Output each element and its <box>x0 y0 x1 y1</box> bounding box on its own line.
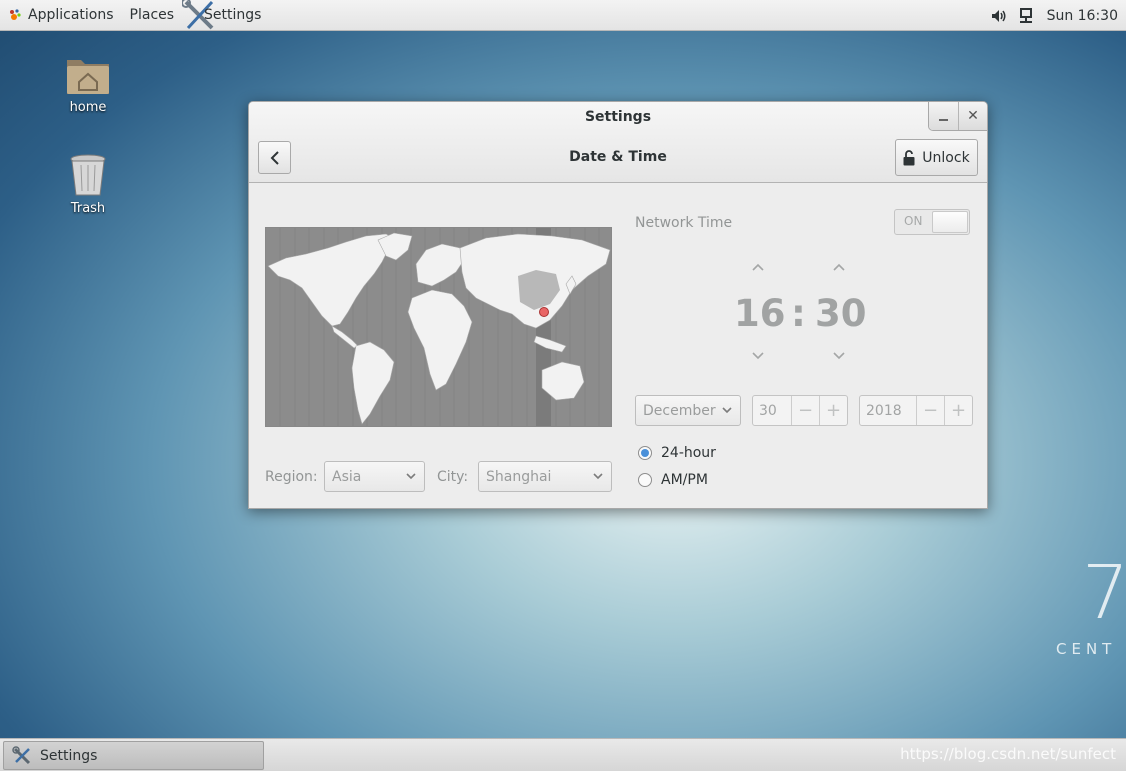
close-icon: ✕ <box>967 108 979 124</box>
active-app-menu[interactable]: Settings <box>182 0 269 31</box>
network-wired-icon[interactable] <box>1013 7 1039 24</box>
time-separator: : <box>791 292 806 335</box>
volume-icon[interactable] <box>985 9 1013 23</box>
format-24h-label: 24-hour <box>661 445 716 461</box>
desktop-icon-trash[interactable]: Trash <box>43 153 133 216</box>
year-increment-button[interactable]: + <box>944 396 972 425</box>
bottom-panel: Settings https://blog.csdn.net/sunfect <box>0 738 1126 771</box>
radio-24h[interactable] <box>638 446 652 460</box>
location-marker <box>539 307 549 317</box>
month-select[interactable]: December <box>635 395 741 426</box>
trash-icon <box>70 154 106 196</box>
city-label: City: <box>437 469 469 485</box>
top-panel: Applications Places Settings Sun 16:30 <box>0 0 1126 31</box>
radio-ampm[interactable] <box>638 473 652 487</box>
region-select[interactable]: Asia <box>324 461 425 492</box>
minimize-button[interactable] <box>929 102 958 130</box>
minute-up-button[interactable] <box>832 262 846 272</box>
desktop-icon-label: home <box>69 100 107 115</box>
month-value: December <box>643 402 716 419</box>
page-title: Date & Time <box>569 149 667 165</box>
branding-number: 7 <box>1082 550 1126 636</box>
format-ampm-label: AM/PM <box>661 472 708 488</box>
close-button[interactable]: ✕ <box>958 102 987 130</box>
day-increment-button[interactable]: + <box>819 396 847 425</box>
minimize-icon <box>939 119 948 121</box>
year-value[interactable]: 2018 <box>860 396 916 425</box>
chevron-down-icon <box>722 407 732 414</box>
region-value: Asia <box>332 468 362 485</box>
branding-text: CENT <box>1056 640 1117 658</box>
hour-up-button[interactable] <box>751 262 765 272</box>
applications-menu[interactable]: Applications <box>0 0 122 31</box>
places-menu[interactable]: Places <box>122 0 183 31</box>
padlock-icon <box>903 149 915 165</box>
places-menu-label: Places <box>129 7 175 23</box>
hour-value[interactable]: 16 <box>734 292 786 335</box>
taskbar-item-settings[interactable]: Settings <box>3 741 264 770</box>
year-spinner: 2018 − + <box>859 395 973 426</box>
back-button[interactable] <box>258 141 291 174</box>
city-select[interactable]: Shanghai <box>478 461 612 492</box>
chevron-left-icon <box>270 150 279 165</box>
hour-down-button[interactable] <box>751 351 765 361</box>
region-label: Region: <box>265 469 318 485</box>
settings-window: Settings Date & Time ✕ Unlock Region: As… <box>248 101 988 509</box>
day-decrement-button[interactable]: − <box>791 396 819 425</box>
settings-tools-icon <box>12 745 31 764</box>
applications-menu-label: Applications <box>28 7 114 23</box>
world-map <box>266 228 611 426</box>
desktop-icon-label: Trash <box>70 201 106 216</box>
network-time-switch[interactable]: ON <box>894 209 970 235</box>
chevron-down-icon <box>593 473 603 480</box>
format-ampm-option[interactable]: AM/PM <box>638 472 708 488</box>
status-area: Sun 16:30 <box>985 0 1126 31</box>
window-controls: ✕ <box>928 102 987 131</box>
gnome-foot-icon <box>10 9 21 20</box>
unlock-button[interactable]: Unlock <box>895 139 978 176</box>
desktop-icon-home[interactable]: home <box>43 52 133 115</box>
switch-knob <box>932 211 968 233</box>
timezone-map[interactable] <box>265 227 612 427</box>
clock[interactable]: Sun 16:30 <box>1039 8 1126 24</box>
taskbar-item-label: Settings <box>40 747 98 764</box>
format-24h-option[interactable]: 24-hour <box>638 445 716 461</box>
minute-down-button[interactable] <box>832 351 846 361</box>
window-title: Settings <box>584 109 652 125</box>
window-header: Settings Date & Time ✕ Unlock <box>249 102 987 183</box>
city-value: Shanghai <box>486 468 552 485</box>
chevron-down-icon <box>406 473 416 480</box>
switch-state-label: ON <box>904 214 923 228</box>
unlock-label: Unlock <box>922 149 970 166</box>
day-value[interactable]: 30 <box>753 396 791 425</box>
active-app-label: Settings <box>204 7 262 23</box>
watermark: https://blog.csdn.net/sunfect <box>900 745 1116 763</box>
year-decrement-button[interactable]: − <box>916 396 944 425</box>
day-spinner: 30 − + <box>752 395 848 426</box>
home-folder-icon <box>67 60 109 94</box>
minute-value[interactable]: 30 <box>815 292 867 335</box>
network-time-label: Network Time <box>635 215 733 231</box>
